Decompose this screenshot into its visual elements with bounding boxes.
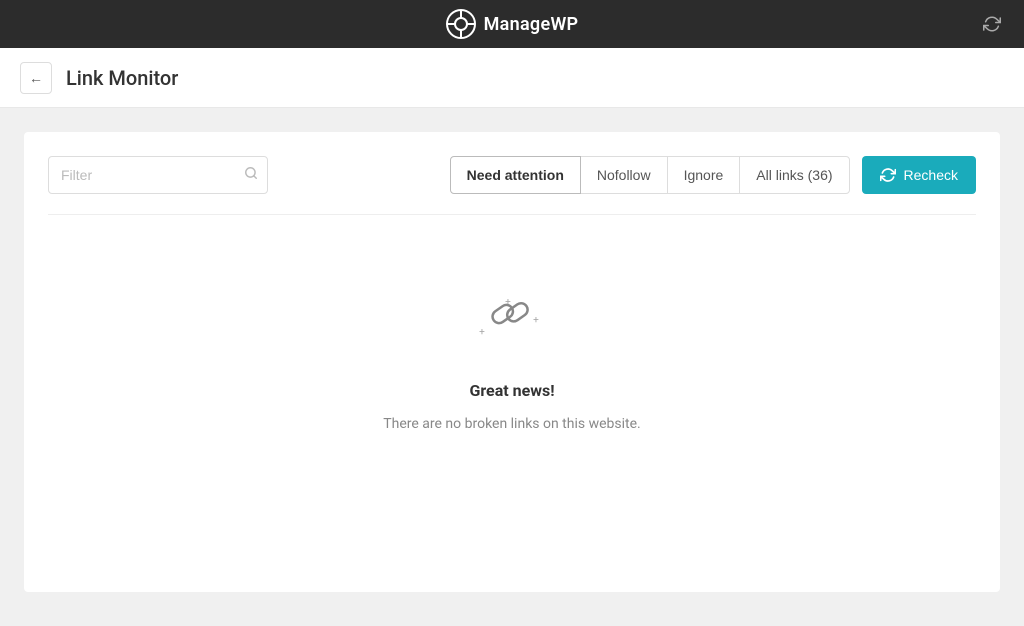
recheck-label: Recheck — [904, 167, 958, 183]
logo-text: ManageWP — [484, 14, 579, 35]
logo-icon — [446, 9, 476, 39]
back-button[interactable]: ← — [20, 62, 52, 94]
chain-icon-wrap: + + + — [472, 295, 552, 365]
empty-state-title: Great news! — [469, 381, 554, 400]
logo: ManageWP — [446, 9, 579, 39]
recheck-button[interactable]: Recheck — [862, 156, 976, 194]
header-refresh-button[interactable] — [976, 8, 1008, 40]
empty-state-description: There are no broken links on this websit… — [383, 416, 640, 432]
back-arrow-icon: ← — [29, 70, 43, 86]
page-header: ← Link Monitor — [0, 48, 1024, 108]
filter-input-wrap — [48, 156, 268, 194]
refresh-icon — [983, 15, 1001, 33]
tab-group: Need attention Nofollow Ignore All links… — [450, 156, 850, 194]
filter-input[interactable] — [48, 156, 268, 194]
tab-all-links[interactable]: All links (36) — [739, 156, 849, 194]
tab-need-attention[interactable]: Need attention — [450, 156, 581, 194]
empty-state: + + + Great news! There are no broken li… — [48, 215, 976, 472]
link-monitor-card: Need attention Nofollow Ignore All links… — [24, 132, 1000, 592]
filter-row: Need attention Nofollow Ignore All links… — [48, 156, 976, 194]
svg-text:+: + — [533, 315, 539, 326]
tab-nofollow[interactable]: Nofollow — [580, 156, 668, 194]
recheck-icon — [880, 167, 896, 183]
page-title: Link Monitor — [66, 66, 178, 90]
svg-text:+: + — [479, 327, 485, 338]
chain-icon: + + + — [472, 295, 552, 365]
tabs-and-recheck: Need attention Nofollow Ignore All links… — [450, 156, 976, 194]
main-content: Need attention Nofollow Ignore All links… — [0, 108, 1024, 626]
tab-ignore[interactable]: Ignore — [667, 156, 741, 194]
app-header: ManageWP — [0, 0, 1024, 48]
